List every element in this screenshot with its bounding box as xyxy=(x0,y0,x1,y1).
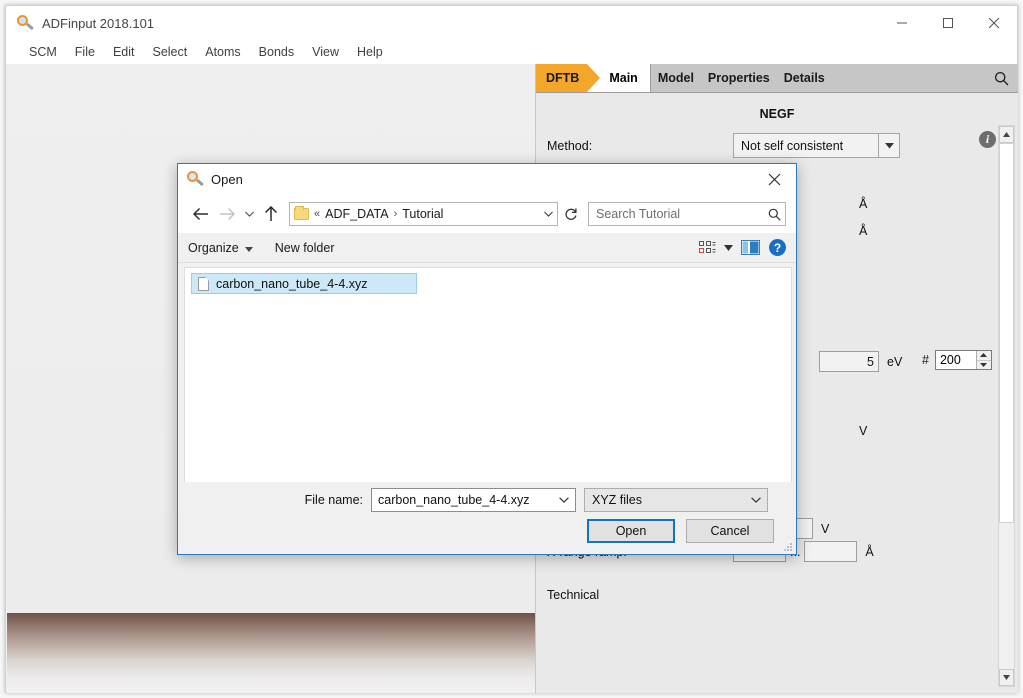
tab-badge-dftb[interactable]: DFTB xyxy=(536,64,601,92)
filename-value: carbon_nano_tube_4-4.xyz xyxy=(378,493,530,507)
file-icon xyxy=(198,276,209,291)
menu-file[interactable]: File xyxy=(66,43,104,61)
count-symbol: # xyxy=(922,353,929,367)
search-input[interactable] xyxy=(589,207,763,221)
viewport-floor xyxy=(7,613,535,693)
count-spinner[interactable]: 200 xyxy=(934,350,992,370)
spinner-down-icon[interactable] xyxy=(976,360,991,369)
search-input-wrapper[interactable] xyxy=(588,202,786,226)
technical-heading: Technical xyxy=(547,588,600,602)
scroll-up-button[interactable] xyxy=(999,126,1014,143)
search-icon[interactable] xyxy=(984,64,1018,92)
filetype-value: XYZ files xyxy=(592,493,643,507)
window-title: ADFinput 2018.101 xyxy=(42,15,155,31)
dialog-nav-bar: « ADF_DATA › Tutorial xyxy=(178,195,796,233)
open-button[interactable]: Open xyxy=(587,519,675,543)
close-button[interactable] xyxy=(971,6,1017,40)
method-dropdown[interactable]: Not self consistent xyxy=(733,133,900,158)
method-label: Method: xyxy=(547,138,593,153)
organize-label: Organize xyxy=(188,240,239,255)
view-mode-chevron-down-icon[interactable] xyxy=(719,244,737,251)
panel-scrollbar[interactable] xyxy=(998,125,1015,687)
maximize-button[interactable] xyxy=(925,6,971,40)
xrange-to-field[interactable] xyxy=(804,541,858,562)
count-value: 200 xyxy=(939,353,961,367)
menu-edit[interactable]: Edit xyxy=(104,43,144,61)
energy-row: 5 eV xyxy=(819,351,902,372)
new-folder-label: New folder xyxy=(274,240,335,255)
energy-field[interactable]: 5 xyxy=(819,351,879,372)
magnifier-icon xyxy=(187,171,204,188)
window-controls xyxy=(879,6,1017,40)
resize-grip[interactable] xyxy=(784,543,793,552)
dialog-title: Open xyxy=(211,172,243,187)
menu-scm[interactable]: SCM xyxy=(20,43,66,61)
title-bar: ADFinput 2018.101 xyxy=(6,6,1017,40)
xrange-unit: Å xyxy=(865,544,874,559)
menu-select[interactable]: Select xyxy=(143,43,196,61)
dialog-footer: File name: carbon_nano_tube_4-4.xyz XYZ … xyxy=(178,482,796,554)
breadcrumb-prefix: « xyxy=(314,208,321,220)
menu-atoms[interactable]: Atoms xyxy=(196,43,249,61)
back-arrow-icon[interactable] xyxy=(188,201,214,227)
volt-unit-top: V xyxy=(859,424,868,438)
app-root: ADFinput 2018.101 SCM File Edit Select A… xyxy=(0,0,1023,698)
magnifier-icon xyxy=(16,14,34,32)
breadcrumb-separator: › xyxy=(393,208,398,220)
tab-bar: DFTB Main Model Properties Details xyxy=(536,64,1018,93)
method-row: Method: Not self consistent xyxy=(536,133,1018,158)
unit-angstrom-2: Å xyxy=(859,224,868,238)
folder-icon xyxy=(294,206,309,220)
energy-unit: eV xyxy=(887,354,903,369)
file-name-label: carbon_nano_tube_4-4.xyz xyxy=(216,276,368,291)
preview-pane-icon[interactable] xyxy=(737,240,763,255)
tab-details[interactable]: Details xyxy=(777,64,832,92)
breadcrumb-chevron-down-icon[interactable] xyxy=(539,211,557,217)
panel-heading: NEGF xyxy=(759,107,795,121)
chevron-down-icon[interactable] xyxy=(553,497,575,503)
chevron-down-icon xyxy=(244,241,253,255)
info-icon[interactable]: i xyxy=(979,131,996,148)
spinner-up-icon[interactable] xyxy=(976,351,991,361)
help-icon[interactable]: ? xyxy=(769,239,786,256)
tab-model[interactable]: Model xyxy=(651,64,701,92)
chevron-down-icon[interactable] xyxy=(745,497,767,503)
count-row: # 200 xyxy=(922,350,992,370)
method-value: Not self consistent xyxy=(741,138,844,153)
filename-label: File name: xyxy=(304,493,363,507)
breadcrumb-part-1[interactable]: Tutorial xyxy=(402,207,443,221)
refresh-icon[interactable] xyxy=(560,202,582,226)
history-dropdown-icon[interactable] xyxy=(240,201,258,227)
menu-view[interactable]: View xyxy=(303,43,348,61)
spinner-buttons[interactable] xyxy=(975,351,991,369)
voltage-unit: V xyxy=(821,521,830,536)
menu-bar: SCM File Edit Select Atoms Bonds View He… xyxy=(6,40,1017,64)
filename-input[interactable]: carbon_nano_tube_4-4.xyz xyxy=(371,488,576,512)
organize-button[interactable]: Organize xyxy=(188,241,253,255)
forward-arrow-icon[interactable] xyxy=(214,201,240,227)
dialog-buttons: Open Cancel xyxy=(587,519,774,543)
scrollbar-thumb[interactable] xyxy=(999,143,1014,523)
chevron-down-icon xyxy=(878,134,899,157)
breadcrumb-part-0[interactable]: ADF_DATA xyxy=(325,207,388,221)
minimize-button[interactable] xyxy=(879,6,925,40)
filetype-dropdown[interactable]: XYZ files xyxy=(584,488,768,512)
open-dialog: Open « ADF_DATA › Tutorial Search Tutori… xyxy=(177,163,797,555)
menu-bonds[interactable]: Bonds xyxy=(250,43,303,61)
new-folder-button[interactable]: New folder xyxy=(275,241,335,255)
up-arrow-icon[interactable] xyxy=(258,201,284,227)
cancel-button[interactable]: Cancel xyxy=(686,519,774,543)
dialog-close-icon[interactable] xyxy=(752,164,796,195)
tab-properties[interactable]: Properties xyxy=(701,64,777,92)
dialog-title-bar: Open xyxy=(178,164,796,195)
filename-row: File name: carbon_nano_tube_4-4.xyz XYZ … xyxy=(178,488,796,512)
view-mode-icon[interactable] xyxy=(699,240,716,255)
unit-angstrom-1: Å xyxy=(859,197,868,211)
search-icon[interactable] xyxy=(763,208,785,221)
scroll-down-button[interactable] xyxy=(999,669,1014,686)
breadcrumb[interactable]: « ADF_DATA › Tutorial xyxy=(289,202,558,226)
list-item[interactable]: carbon_nano_tube_4-4.xyz xyxy=(191,273,417,294)
menu-help[interactable]: Help xyxy=(348,43,392,61)
dialog-toolbar: Organize New folder ? xyxy=(178,233,796,263)
